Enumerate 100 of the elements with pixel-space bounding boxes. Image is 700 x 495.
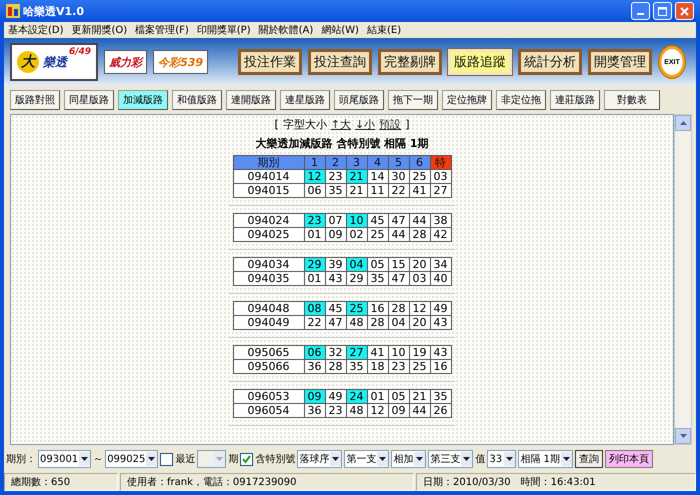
user-info: 使用者：frank，電話：0917239090 (127, 476, 297, 489)
font-size-link[interactable]: 預設 (379, 118, 402, 132)
dropdown[interactable]: 相隔 1期 (518, 450, 573, 468)
menu-button[interactable]: 開獎管理 (588, 49, 652, 75)
dropdown[interactable]: 落球序 (297, 450, 342, 468)
table-cell: 05 (367, 258, 388, 272)
bracket: ] (405, 118, 410, 132)
column-header: 期別 (233, 156, 304, 170)
lottery-logo[interactable]: 大 樂透 6/49 (10, 43, 98, 81)
table-cell: 32 (325, 346, 346, 360)
tab[interactable]: 定位拖牌 (442, 90, 492, 110)
close-icon (680, 6, 689, 16)
lottery-logo[interactable]: 威力彩 (104, 50, 148, 74)
column-header: 1 (304, 156, 325, 170)
dropdown[interactable]: 099025 (105, 450, 158, 468)
table-cell: 096053 (233, 390, 304, 404)
table-cell: 01 (367, 390, 388, 404)
table-cell: 094034 (233, 258, 304, 272)
table-cell: 04 (346, 258, 367, 272)
font-size-link[interactable]: ↓小 (355, 118, 376, 132)
table-cell: 34 (430, 258, 451, 272)
dropdown[interactable]: 第一支 (344, 450, 390, 468)
menu-button[interactable]: 統計分析 (518, 49, 582, 75)
minimize-icon (637, 13, 644, 15)
table-cell: 10 (388, 346, 409, 360)
caret-icon (332, 457, 340, 461)
table-cell: 094024 (233, 214, 304, 228)
print-button[interactable]: 列印本頁 (604, 450, 653, 468)
label: 期別： (6, 452, 36, 466)
down-arrow-icon (680, 434, 686, 438)
table-cell: 095065 (233, 346, 304, 360)
time-text: 時間：16:43:01 (520, 476, 596, 489)
menu-item[interactable]: 關於軟體(A) (258, 23, 314, 37)
report-title: 大樂透加減版路 含特別號 相隔 1期 (255, 137, 429, 151)
table-cell: 23 (304, 214, 325, 228)
table-cell: 094048 (233, 302, 304, 316)
table-cell: 43 (430, 346, 451, 360)
menu-item[interactable]: 結束(E) (366, 23, 402, 37)
scrollbar[interactable] (674, 114, 692, 445)
column-header: 2 (325, 156, 346, 170)
table-cell: 10 (346, 214, 367, 228)
maximize-button[interactable] (653, 2, 672, 20)
table-cell: 49 (430, 302, 451, 316)
caret-icon (562, 457, 570, 461)
menu-button[interactable]: 投注查詢 (308, 49, 372, 75)
total-count: 總期數：650 (11, 476, 70, 489)
table-cell: 21 (409, 390, 430, 404)
menu-item[interactable]: 檔案管理(F) (135, 23, 189, 37)
checkbox[interactable] (160, 452, 174, 466)
tab[interactable]: 版路對照 (10, 90, 60, 110)
menu-item[interactable]: 印開獎單(P) (196, 23, 251, 37)
table-cell: 07 (325, 214, 346, 228)
query-button[interactable]: 查詢 (574, 450, 603, 468)
table-cell: 25 (346, 302, 367, 316)
tab[interactable]: 連星版路 (280, 90, 330, 110)
table-cell: 27 (346, 346, 367, 360)
minimize-button[interactable] (631, 2, 650, 20)
tab[interactable]: 加減版路 (118, 90, 168, 110)
app-icon (6, 4, 20, 18)
table-cell: 45 (367, 214, 388, 228)
table-cell: 12 (409, 302, 430, 316)
table-cell: 28 (388, 302, 409, 316)
menu-button[interactable]: 完整剔牌 (378, 49, 442, 75)
menu-button[interactable]: 投注作業 (238, 49, 302, 75)
maximize-icon (658, 6, 667, 16)
dropdown[interactable]: 第三支 (428, 450, 474, 468)
tab[interactable]: 連開版路 (226, 90, 276, 110)
menu-item[interactable]: 更新開獎(O) (72, 23, 128, 37)
tab[interactable]: 頭尾版路 (334, 90, 384, 110)
font-size-link[interactable]: ↑大 (330, 118, 351, 132)
tab[interactable]: 同星版路 (64, 90, 114, 110)
table-cell: 05 (388, 390, 409, 404)
table-cell: 38 (430, 214, 451, 228)
tab[interactable]: 連莊版路 (550, 90, 600, 110)
tab[interactable]: 拖下一期 (388, 90, 438, 110)
close-button[interactable] (675, 2, 694, 20)
table-cell: 09 (304, 390, 325, 404)
table-cell: 24 (346, 390, 367, 404)
menu-item[interactable]: 網站(W) (321, 23, 359, 37)
table-cell: 20 (409, 258, 430, 272)
dropdown[interactable]: 093001 (38, 450, 92, 468)
column-header: 4 (367, 156, 388, 170)
column-header: 5 (388, 156, 409, 170)
menu-button[interactable]: 版路追蹤 (448, 49, 512, 75)
table-cell: 08 (304, 302, 325, 316)
bracket: [ (274, 118, 279, 132)
tab[interactable]: 對數表 (604, 90, 660, 110)
menu-item[interactable]: 基本設定(D) (8, 23, 64, 37)
dropdown[interactable]: 相加 (391, 450, 426, 468)
tab[interactable]: 和值版路 (172, 90, 222, 110)
font-size-label: 字型大小 (282, 118, 327, 132)
column-header: 3 (346, 156, 367, 170)
table-cell: 094035 (233, 272, 304, 286)
table-cell: 49 (325, 390, 346, 404)
table-cell: 094014 (233, 170, 304, 184)
caret-icon (463, 457, 470, 461)
check-icon (242, 454, 252, 464)
tab[interactable]: 非定位拖 (496, 90, 546, 110)
checkbox[interactable] (240, 452, 254, 466)
dropdown[interactable]: 33 (487, 450, 516, 468)
